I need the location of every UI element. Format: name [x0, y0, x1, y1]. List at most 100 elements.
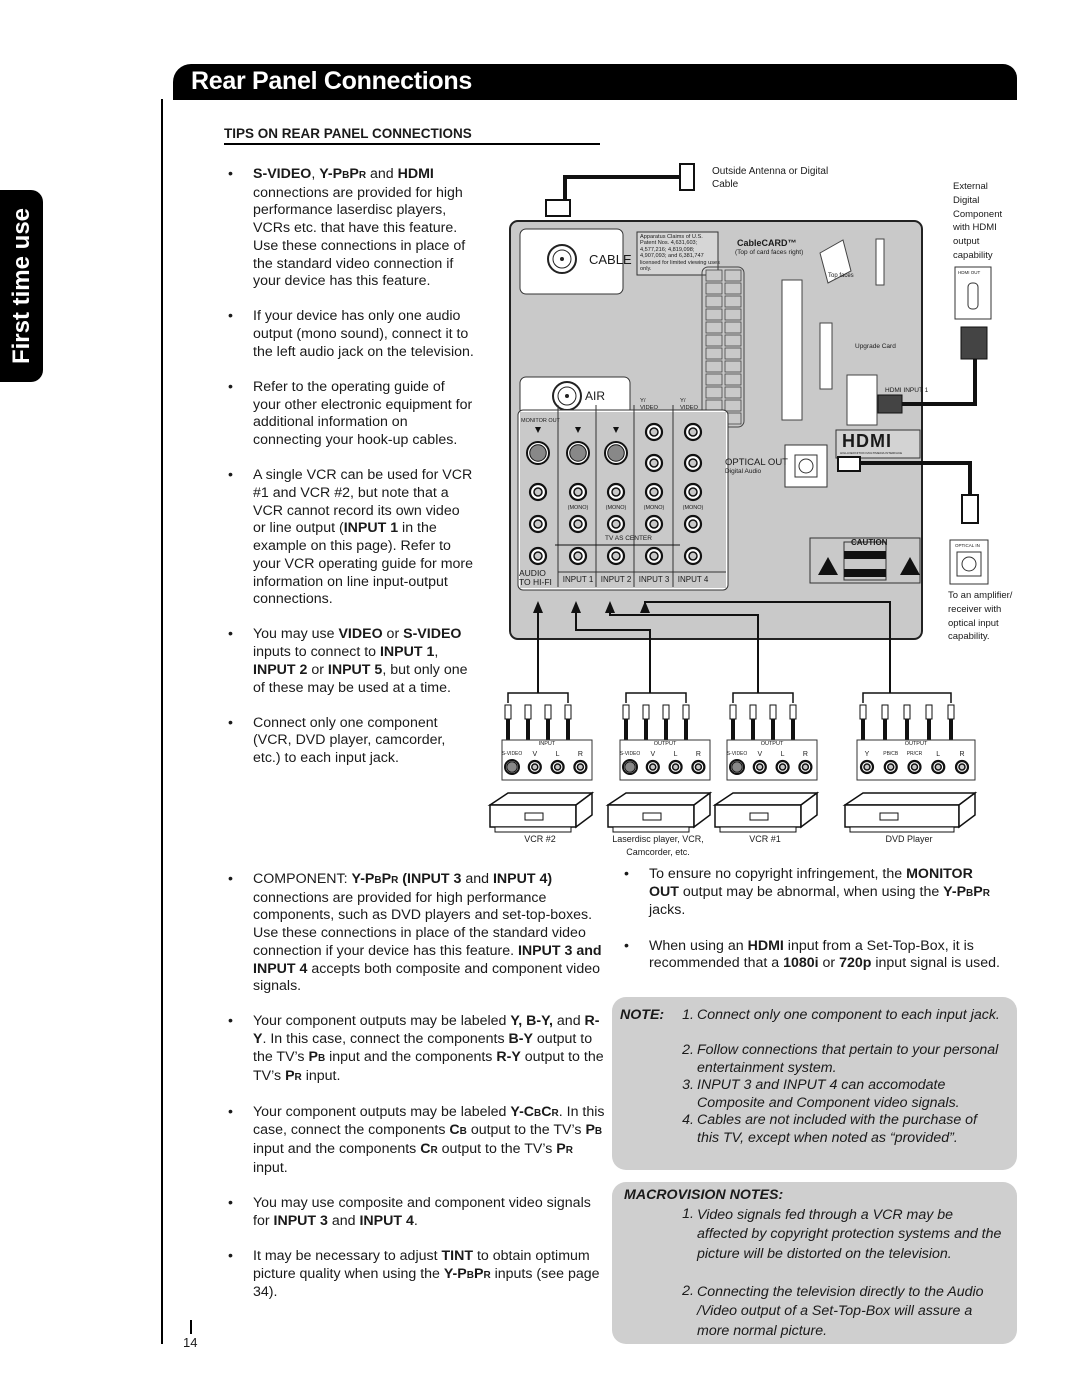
device-jack-label: L [780, 751, 785, 758]
tip-item: Connect only one component (VCR, DVD pla… [226, 715, 476, 768]
page-number-tick [190, 1320, 192, 1334]
device-jack-label: S-VIDEO [501, 751, 523, 757]
rca-plug-icon [682, 704, 690, 720]
tip-item: Your component outputs may be labeled Y,… [226, 1013, 606, 1086]
rca-plug-icon [564, 704, 572, 720]
rca-plug-icon [729, 704, 737, 720]
upgrade-card-slot [819, 322, 833, 390]
tip-item: Refer to the operating guide of your oth… [226, 379, 476, 450]
rca-plug-icon [749, 704, 757, 720]
input4-y-video-label: Y/ VIDEO [680, 398, 699, 411]
macrovision-label: MACROVISION NOTES: [624, 1187, 784, 1203]
left-rule-divider [161, 99, 163, 1344]
cable-connector-icon [545, 199, 571, 217]
hdmi-out-label: HDMI OUT [958, 270, 981, 275]
hdmi-logo: HDMI [842, 431, 892, 451]
device-jack-label: L [936, 751, 941, 758]
cablecard-label: CableCARD™ [737, 238, 797, 248]
rca-plug-icon [524, 704, 532, 720]
note-box: NOTE: 1. Connect only one component to e… [612, 997, 1017, 1170]
device-panel-label: OUTPUT [653, 741, 677, 747]
device-name-label: VCR #1 [749, 834, 781, 844]
device-name-label: VCR #2 [524, 834, 556, 844]
optical-out-sub-label: Digital Audio [725, 468, 762, 475]
tips-list-lower: COMPONENT: Y-PBPR (INPUT 3 and INPUT 4) … [226, 871, 606, 1320]
device-jack-label: R [577, 751, 583, 758]
rca-plug-icon [947, 704, 955, 720]
device-icon [487, 792, 595, 806]
rca-plug-icon [769, 704, 777, 720]
rca-plug-icon [504, 704, 512, 720]
input-label: INPUT 3 [638, 575, 670, 584]
device-name-label: DVD Player [885, 834, 933, 844]
cablecard-sub-label: (Top of card faces right) [735, 249, 804, 256]
cable-bracket [625, 692, 687, 703]
tip-item: If your device has only one audio output… [226, 308, 476, 361]
caution-label: CAUTION [851, 538, 888, 547]
antenna-connector-icon [679, 163, 695, 191]
rca-plug-icon [662, 704, 670, 720]
patent-notice: Apparatus Claims of U.S. Patent Nos. 4,6… [640, 234, 720, 273]
hdmi-plug-icon [960, 326, 988, 360]
source-devices [487, 692, 978, 833]
device-jack-label: PB/CB [883, 751, 899, 757]
cable-bracket [732, 692, 794, 703]
macrovision-notes-box: MACROVISION NOTES: 1. Video signals fed … [612, 1182, 1017, 1344]
page-title: Rear Panel Connections [191, 67, 472, 95]
device-jack-label: R [802, 751, 808, 758]
input-label: INPUT 4 [677, 575, 709, 584]
device-jack-label: PR/CR [906, 751, 923, 757]
upgrade-card-label: Upgrade Card [855, 343, 896, 350]
rca-plug-icon [544, 704, 552, 720]
mono-label: (MONO) [605, 505, 627, 511]
note-label: NOTE: [620, 1007, 665, 1023]
device-icon [605, 792, 713, 806]
antenna-label: Outside Antenna or Digital Cable [712, 166, 829, 190]
input3-y-video-label: Y/ VIDEO [640, 398, 659, 411]
air-label: AIR [585, 389, 606, 403]
tip-item: A single VCR can be used for VCR #1 and … [226, 467, 476, 609]
input-label: INPUT 1 [562, 575, 594, 584]
tips-heading: TIPS ON REAR PANEL CONNECTIONS [224, 126, 600, 145]
device-jack-label: L [555, 751, 560, 758]
tip-item: S-VIDEO, Y-PBPR and HDMI connections are… [226, 166, 476, 291]
rca-plug-icon [903, 704, 911, 720]
external-hdmi-label: External Digital Component with HDMI out… [953, 181, 1003, 261]
optical-out-label: OPTICAL OUT [725, 457, 788, 468]
cable-bracket [862, 692, 952, 703]
tv-as-center-label: TV AS CENTER [605, 535, 652, 542]
rear-panel-diagram: Outside Antenna or Digital Cable CABLE A… [480, 155, 1025, 860]
cable-bracket [507, 692, 569, 703]
tip-item: You may use composite and component vide… [226, 1195, 606, 1230]
top-faces-label: Top faces [828, 273, 854, 279]
tip-item: Your component outputs may be labeled Y-… [226, 1104, 606, 1178]
mono-label: (MONO) [643, 505, 665, 511]
rca-plug-icon [622, 704, 630, 720]
tip-item: COMPONENT: Y-PBPR (INPUT 3 and INPUT 4) … [226, 871, 606, 996]
device-jack-label: S-VIDEO [619, 751, 641, 757]
page-number: 14 [183, 1335, 198, 1350]
tip-item: It may be necessary to adjust TINT to ob… [226, 1248, 606, 1302]
antenna-cable [557, 175, 685, 205]
hdmi-logo-sub: HIGH-DEFINITION MULTIMEDIA INTERFACE [840, 451, 903, 455]
optical-in-label: OPTICAL IN [955, 543, 980, 548]
mono-label: (MONO) [567, 505, 589, 511]
av-input-jacks [517, 405, 729, 591]
tips-list-right: To ensure no copyright infringement, the… [622, 866, 1002, 991]
cable-label: CABLE [589, 252, 632, 267]
device-jack-label: V [532, 751, 538, 758]
device-jack-label: R [959, 751, 965, 758]
tips-list-left: S-VIDEO, Y-PBPR and HDMI connections are… [226, 166, 476, 785]
tip-item: To ensure no copyright infringement, the… [622, 866, 1002, 920]
rca-plug-icon [881, 704, 889, 720]
tip-item: You may use VIDEO or S-VIDEO inputs to c… [226, 626, 476, 697]
optical-plug-icon [837, 456, 861, 472]
section-side-tab: First time use [0, 190, 43, 382]
device-jack-label: S-VIDEO [726, 751, 748, 757]
page-header-bar: Rear Panel Connections [173, 64, 1017, 100]
rca-plug-icon [925, 704, 933, 720]
hdmi-plug-icon [877, 394, 903, 414]
optical-plug-icon [961, 494, 979, 524]
device-panel-label: OUTPUT [904, 741, 928, 747]
device-panel-label: OUTPUT [760, 741, 784, 747]
